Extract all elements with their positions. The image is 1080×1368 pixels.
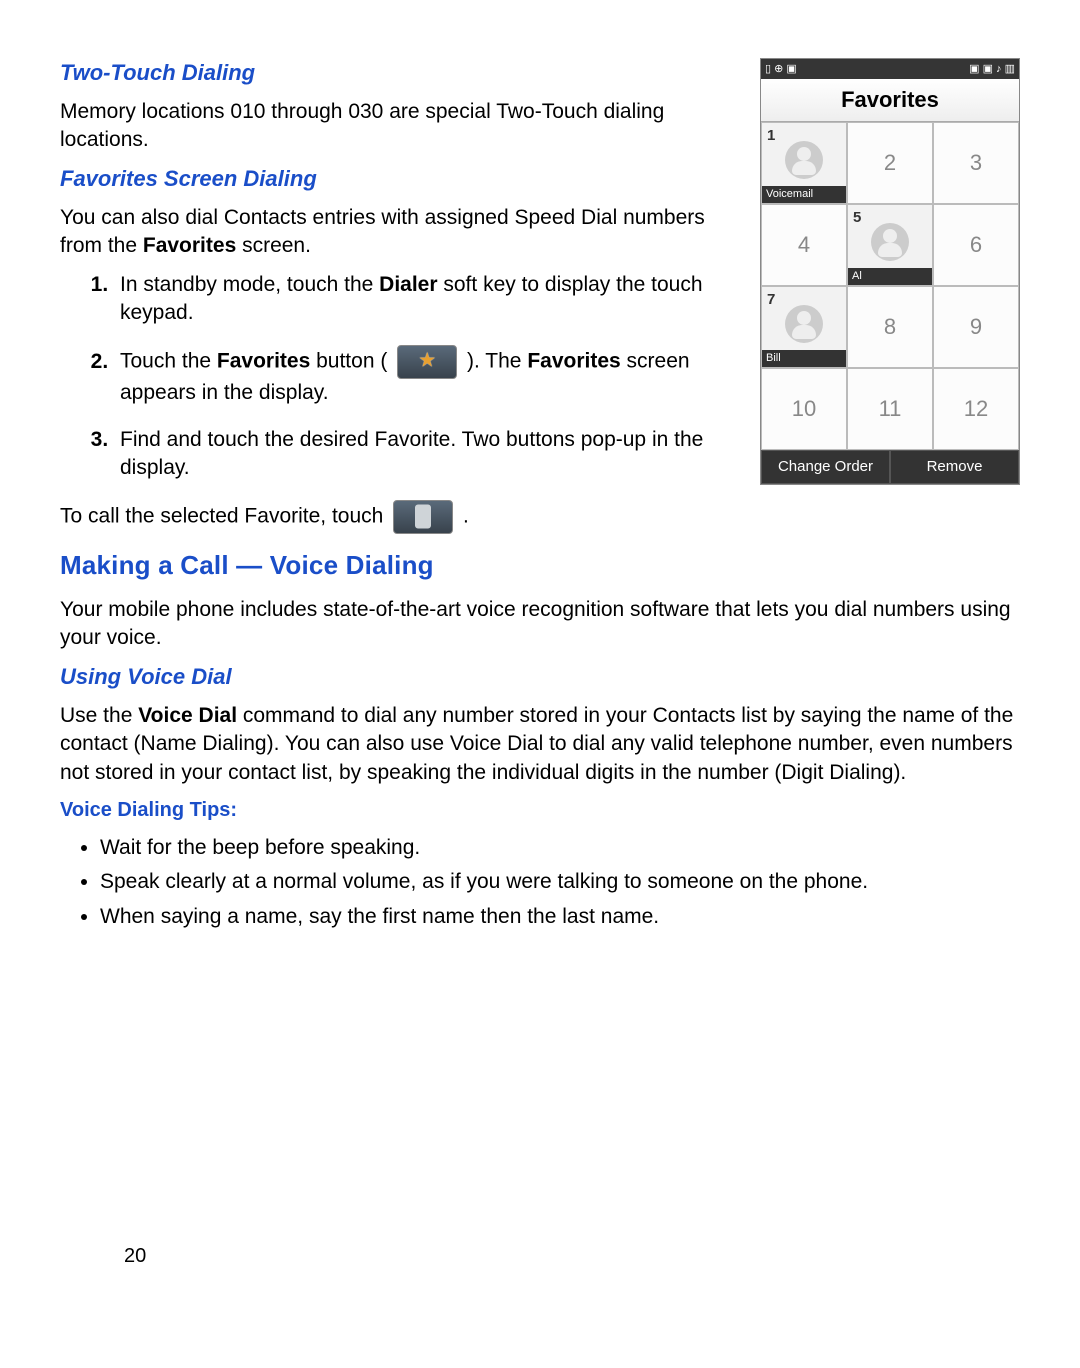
favorite-cell[interactable]: 6 — [933, 204, 1019, 286]
text: screen. — [236, 234, 311, 257]
heading-voice-dialing: Making a Call — Voice Dialing — [60, 548, 1020, 583]
text-bold: Favorites — [217, 350, 310, 373]
call-phone-icon — [393, 500, 453, 534]
favorites-phone-mockup: ▯ ⊕ ▣ ▣ ▣ ♪ ▥ Favorites 1 Voicemail23 45 Al… — [760, 58, 1020, 485]
text-bold: Voice Dial — [138, 704, 237, 727]
phone-status-bar: ▯ ⊕ ▣ ▣ ▣ ♪ ▥ — [761, 59, 1019, 79]
text: Touch the — [120, 350, 217, 373]
softkey-change-order[interactable]: Change Order — [761, 450, 890, 484]
favorites-grid: 1 Voicemail23 45 Al6 7 Bill89 101112 — [761, 122, 1019, 450]
favorite-cell[interactable]: 12 — [933, 368, 1019, 450]
contact-avatar-icon — [785, 305, 823, 343]
phone-screen-title: Favorites — [761, 79, 1019, 122]
favorites-star-icon: ★ — [397, 345, 457, 379]
favorite-number: 7 — [767, 290, 775, 310]
text: To call the selected Favorite, touch — [60, 505, 389, 528]
phone-softkeys: Change Order Remove — [761, 450, 1019, 484]
favorite-number: 1 — [767, 126, 775, 146]
text: button ( — [310, 350, 393, 373]
text: ). The — [461, 350, 527, 373]
heading-using-voice-dial: Using Voice Dial — [60, 662, 1020, 692]
status-icons-left: ▯ ⊕ ▣ — [765, 62, 797, 77]
favorite-cell[interactable]: 9 — [933, 286, 1019, 368]
contact-avatar-icon — [785, 141, 823, 179]
favorite-cell[interactable]: 4 — [761, 204, 847, 286]
favorite-label: Bill — [762, 350, 846, 367]
heading-voice-tips: Voice Dialing Tips: — [60, 797, 1020, 824]
favorite-cell[interactable]: 11 — [847, 368, 933, 450]
status-icons-right: ▣ ▣ ♪ ▥ — [969, 62, 1015, 77]
voice-tips-list: Wait for the beep before speaking. Speak … — [60, 834, 1020, 931]
favorite-cell[interactable]: 3 — [933, 122, 1019, 204]
text-bold: Favorites — [527, 350, 620, 373]
text: . — [457, 505, 469, 528]
using-voice-dial-para: Use the Voice Dial command to dial any n… — [60, 702, 1020, 787]
favorite-cell[interactable]: 10 — [761, 368, 847, 450]
text: Use the — [60, 704, 138, 727]
favorite-cell[interactable]: 2 — [847, 122, 933, 204]
favorite-cell[interactable]: 5 Al — [847, 204, 933, 286]
text-bold: Dialer — [379, 273, 437, 296]
voice-tip-item: Speak clearly at a normal volume, as if … — [100, 868, 1020, 896]
favorite-cell[interactable]: 8 — [847, 286, 933, 368]
favorite-label: Al — [848, 268, 932, 285]
softkey-remove[interactable]: Remove — [890, 450, 1019, 484]
favorite-cell[interactable]: 1 Voicemail — [761, 122, 847, 204]
favorite-cell[interactable]: 7 Bill — [761, 286, 847, 368]
favorite-number: 5 — [853, 208, 861, 228]
page-number: 20 — [124, 1243, 146, 1270]
favorite-label: Voicemail — [762, 186, 846, 203]
call-favorite-line: To call the selected Favorite, touch . — [60, 500, 1020, 534]
voice-tip-item: Wait for the beep before speaking. — [100, 834, 1020, 862]
voice-dialing-para: Your mobile phone includes state-of-the-… — [60, 596, 1020, 653]
text: In standby mode, touch the — [120, 273, 379, 296]
contact-avatar-icon — [871, 223, 909, 261]
voice-tip-item: When saying a name, say the first name t… — [100, 903, 1020, 931]
text-bold: Favorites — [143, 234, 236, 257]
